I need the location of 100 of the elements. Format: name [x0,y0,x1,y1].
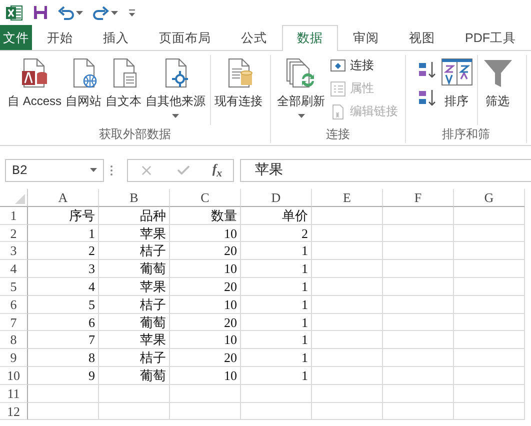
table-cell: 苹果 [99,331,170,350]
connection-icon [330,58,346,74]
empty-cell [312,224,383,242]
row-header[interactable]: 4 [0,260,28,278]
empty-cell [99,384,170,403]
empty-cell [383,366,454,385]
insert-function-button[interactable]: f$_{x}$ [212,160,222,180]
column-header[interactable]: F [383,189,454,207]
empty-cell [312,384,383,403]
ribbon-button[interactable]: 全部刷新 [276,55,326,120]
row-header[interactable]: 10 [0,366,28,385]
empty-cell [454,224,525,242]
empty-cell [383,296,454,314]
empty-cell [454,206,525,225]
ribbon-button[interactable]: 筛选 [480,55,514,112]
ribbon-button[interactable]: 排序 [440,55,474,112]
column-header[interactable]: C [170,189,241,207]
table-cell: 1 [241,314,312,332]
ribbon-button[interactable]: 现有连接 [214,55,264,112]
table-cell: 6 [28,314,99,332]
empty-cell [241,384,312,403]
empty-cell [312,366,383,385]
column-header[interactable]: A [28,189,99,207]
undo-icon[interactable] [58,6,74,20]
file-tab[interactable]: 文件 [0,25,32,50]
row-header[interactable]: 8 [0,331,28,350]
row-header[interactable]: 9 [0,349,28,367]
table-cell: 2 [241,224,312,242]
empty-cell [170,402,241,420]
empty-cell [454,260,525,278]
empty-cell [383,349,454,367]
dropdown-caret-icon [90,168,97,172]
table-cell: 苹果 [99,278,170,296]
ribbon-button[interactable]: 自其他来源 [144,55,206,120]
empty-cell [454,402,525,420]
empty-cell [383,278,454,296]
empty-cell [312,296,383,314]
table-cell: 10 [170,296,241,314]
empty-cell [241,402,312,420]
column-header[interactable]: B [99,189,170,207]
table-cell: 10 [170,224,241,242]
ribbon-small-button[interactable]: 连接 [328,55,400,76]
row-header[interactable]: 5 [0,278,28,296]
table-cell: 1 [28,224,99,242]
table-cell: 2 [28,242,99,260]
row-header[interactable]: 3 [0,242,28,260]
empty-cell [454,384,525,403]
row-header[interactable]: 6 [0,296,28,314]
filter-icon [482,57,514,89]
table-cell: 桔子 [99,349,170,367]
redo-icon[interactable] [93,6,109,20]
table-cell: 苹果 [99,224,170,242]
ribbon-tab[interactable]: 数据 [282,25,338,51]
column-header[interactable]: E [312,189,383,207]
row-header[interactable]: 2 [0,224,28,242]
row-header[interactable]: 7 [0,314,28,332]
empty-cell [454,296,525,314]
table-cell: 1 [241,366,312,385]
empty-cell [99,402,170,420]
customize-caret-icon[interactable] [128,8,136,16]
table-cell: 3 [28,260,99,278]
table-cell: 品种 [99,206,170,225]
empty-cell [383,206,454,225]
row-header[interactable]: 1 [0,206,28,225]
table-cell: 20 [170,314,241,332]
empty-cell [312,402,383,420]
empty-cell [28,384,99,403]
ribbon-button[interactable]: 自网站 [64,55,102,112]
table-cell: 数量 [170,206,241,225]
row-header[interactable]: 12 [0,402,28,420]
group-label: 排序和筛 [441,126,491,143]
empty-cell [454,314,525,332]
table-cell: 葡萄 [99,366,170,385]
empty-cell [312,206,383,225]
row-header[interactable]: 11 [0,384,28,403]
sort-ascending-icon[interactable] [418,61,438,79]
sort-descending-icon[interactable] [418,89,438,107]
formula-field[interactable]: 苹果 [240,158,531,182]
grip-icon [110,164,113,176]
name-box[interactable]: B2 [5,158,104,182]
table-cell: 20 [170,349,241,367]
empty-cell [312,242,383,260]
dropdown-caret-icon [111,10,118,14]
empty-cell [454,278,525,296]
table-cell: 10 [170,366,241,385]
column-header[interactable]: G [454,189,525,207]
table-cell: 1 [241,242,312,260]
empty-cell [383,224,454,242]
empty-cell [312,278,383,296]
ribbon-button[interactable]: 自文本 [104,55,142,112]
column-header[interactable]: D [241,189,312,207]
empty-cell [454,349,525,367]
table-cell: 5 [28,296,99,314]
empty-cell [383,331,454,350]
table-cell: 1 [241,349,312,367]
ribbon-button[interactable]: 自 Access [6,55,62,112]
table-cell: 桔子 [99,242,170,260]
dropdown-caret-icon [76,10,83,14]
table-cell: 20 [170,278,241,296]
table-cell: 10 [170,331,241,350]
